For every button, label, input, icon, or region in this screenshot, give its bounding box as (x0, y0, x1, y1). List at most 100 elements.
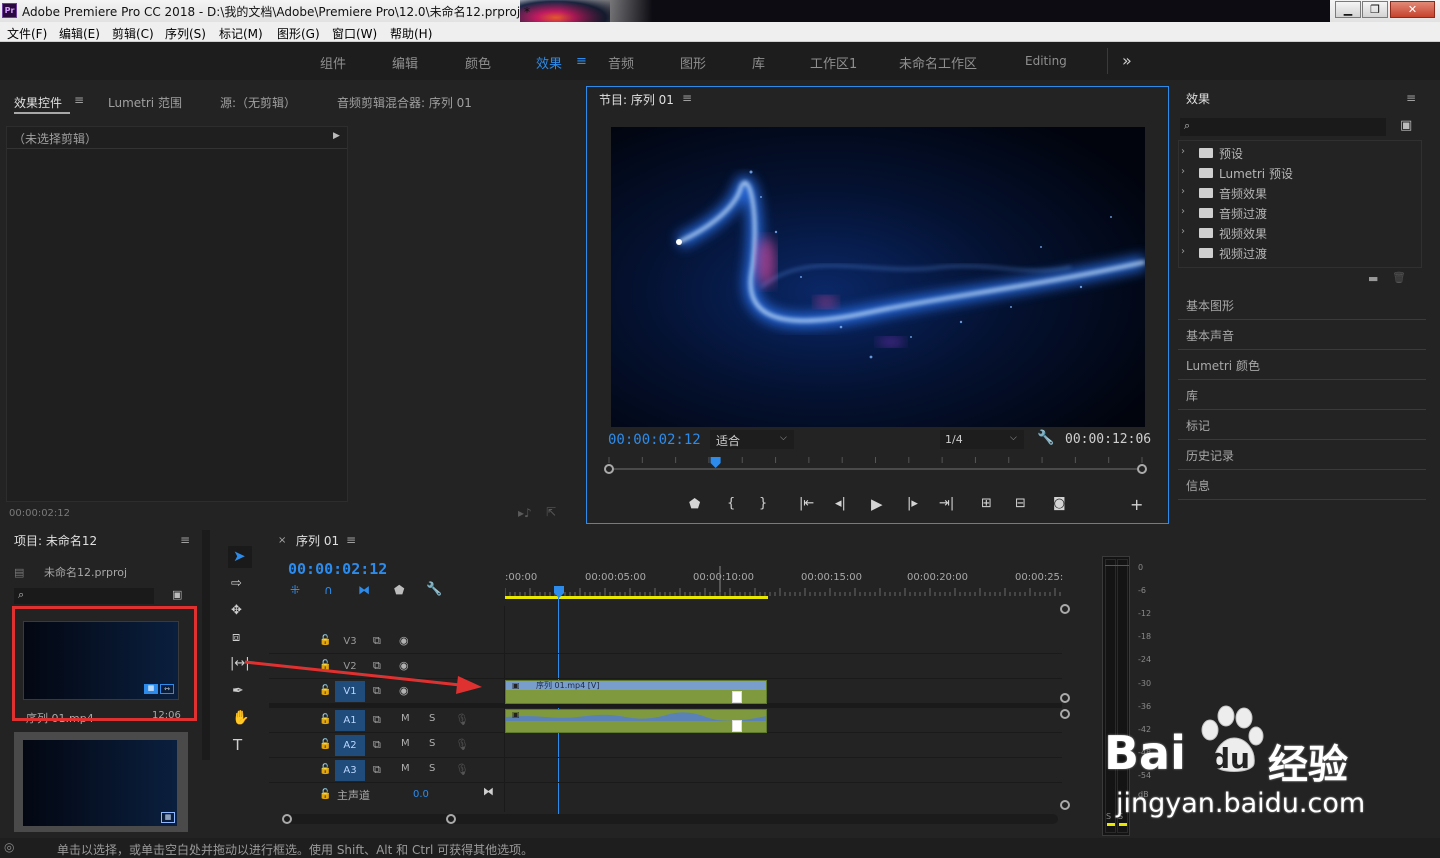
track-target-a2[interactable]: A2 (335, 735, 365, 756)
insert-nest-icon[interactable]: ⁜ (290, 583, 300, 597)
microphone-icon[interactable]: 🎙 (455, 713, 469, 726)
maximize-button[interactable]: ❐ (1362, 1, 1388, 18)
new-bin-icon[interactable]: ▣ (1400, 118, 1412, 133)
workspace-editing-en[interactable]: Editing (1025, 54, 1067, 68)
menu-edit[interactable]: 编辑(E) (59, 25, 100, 42)
microphone-icon[interactable]: 🎙 (455, 738, 469, 751)
step-back-button[interactable]: ◂| (835, 496, 846, 511)
fit-dropdown[interactable]: 适合 ⌵ (710, 430, 794, 449)
workspace-overflow-icon[interactable]: » (1122, 51, 1132, 70)
effects-search-input[interactable]: ⌕ (1180, 118, 1386, 136)
tab-audio-clip-mixer[interactable]: 音频剪辑混合器: 序列 01 (337, 94, 472, 111)
effects-item-audio-effects[interactable]: › 音频效果 (1179, 183, 1419, 203)
scroll-handle-top[interactable] (1060, 604, 1070, 614)
mute-button[interactable]: M (401, 713, 410, 724)
effects-item-lumetri-presets[interactable]: › Lumetri 预设 (1179, 163, 1419, 183)
selection-tool-icon[interactable]: ➤ (233, 547, 246, 565)
effects-item-video-transitions[interactable]: › 视频过渡 (1179, 243, 1419, 263)
solo-button[interactable]: S (429, 713, 435, 724)
section-history[interactable]: 历史记录 (1178, 440, 1426, 470)
section-info[interactable]: 信息 (1178, 470, 1426, 500)
meter-solo-left[interactable]: S (1106, 812, 1111, 821)
step-forward-button[interactable]: |▸ (907, 496, 918, 511)
delete-icon[interactable]: 🗑 (1392, 271, 1406, 284)
timeline-horizontal-scroll[interactable] (282, 814, 1058, 824)
sync-lock-icon[interactable]: ⧉ (373, 763, 381, 777)
close-tab-icon[interactable]: × (278, 535, 286, 546)
go-to-next-edit-icon[interactable]: ⧓ (483, 785, 494, 798)
tab-effect-controls[interactable]: 效果控件 (14, 94, 62, 111)
workspace-libraries[interactable]: 库 (752, 53, 765, 72)
mark-in-button[interactable]: { (727, 496, 735, 511)
meter-solo-right[interactable]: S (1118, 812, 1123, 821)
program-video-frame[interactable] (611, 127, 1145, 427)
hscroll-handle-right[interactable] (446, 814, 456, 824)
menu-window[interactable]: 窗口(W) (332, 25, 377, 42)
program-timecode[interactable]: 00:00:02:12 (608, 432, 701, 448)
wrench-icon[interactable]: 🔧 (1037, 430, 1054, 446)
section-essential-graphics[interactable]: 基本图形 (1178, 290, 1426, 320)
second-clip-card[interactable]: ▦ (14, 732, 188, 832)
mute-button[interactable]: M (401, 738, 410, 749)
workspace-menu-icon[interactable]: ≡ (576, 54, 587, 69)
workspace-graphics[interactable]: 图形 (680, 53, 706, 72)
menu-sequence[interactable]: 序列(S) (165, 25, 206, 42)
project-search-input[interactable]: ⌕ (14, 588, 154, 604)
timeline-tab[interactable]: 序列 01 (296, 532, 339, 549)
solo-button[interactable]: S (429, 763, 435, 774)
add-marker-button[interactable]: ⬟ (689, 497, 700, 512)
solo-button[interactable]: S (429, 738, 435, 749)
track-target-v3[interactable]: V3 (335, 631, 365, 652)
new-folder-icon[interactable]: ▬ (1368, 272, 1378, 285)
find-bin-icon[interactable]: ▣ (172, 588, 182, 601)
razor-tool-icon[interactable]: ⧈ (232, 630, 240, 645)
lock-icon[interactable]: 🔓 (319, 635, 331, 646)
section-essential-sound[interactable]: 基本声音 (1178, 320, 1426, 350)
section-lumetri-color[interactable]: Lumetri 颜色 (1178, 350, 1426, 380)
export-frame-icon[interactable]: ⇱ (546, 505, 556, 519)
tab-source[interactable]: 源:（无剪辑） (220, 94, 296, 111)
lift-button[interactable]: ⊞ (981, 496, 992, 511)
timeline-ruler[interactable]: :00:00 00:00:05:00 00:00:10:00 00:00:15:… (505, 566, 1065, 600)
menu-marker[interactable]: 标记(M) (219, 25, 263, 42)
snap-icon[interactable]: ∩ (324, 583, 333, 597)
add-marker-icon[interactable]: ⬟ (394, 583, 404, 597)
lock-icon[interactable]: 🔓 (319, 789, 331, 800)
eye-icon[interactable]: ◉ (399, 634, 409, 647)
timeline-settings-wrench-icon[interactable]: 🔧 (426, 582, 442, 597)
lock-icon[interactable]: 🔓 (319, 764, 331, 775)
section-libraries[interactable]: 库 (1178, 380, 1426, 410)
type-tool-icon[interactable]: T (233, 736, 242, 754)
ripple-edit-tool-icon[interactable]: ✥ (231, 603, 242, 618)
minimize-button[interactable]: ▁ (1335, 1, 1361, 18)
program-scrubber[interactable] (599, 457, 1152, 475)
export-frame-camera-icon[interactable]: ◙ (1053, 496, 1066, 511)
go-to-out-button[interactable]: ⇥| (939, 496, 954, 511)
workspace-color[interactable]: 颜色 (465, 53, 491, 72)
microphone-icon[interactable]: 🎙 (455, 763, 469, 776)
audio-clip[interactable]: ▣ (505, 709, 767, 733)
workspace-untitled[interactable]: 未命名工作区 (899, 53, 977, 72)
master-volume-value[interactable]: 0.0 (413, 789, 429, 800)
play-button[interactable]: ▶ (871, 495, 883, 513)
video-clip[interactable]: ▣ 序列 01.mp4 [V] (505, 680, 767, 704)
lock-icon[interactable]: 🔓 (319, 714, 331, 725)
sync-lock-icon[interactable]: ⧉ (373, 713, 381, 727)
hand-tool-icon[interactable]: ✋ (232, 710, 249, 726)
mute-button[interactable]: M (401, 763, 410, 774)
filter-audio-icon[interactable]: ▸♪ (518, 506, 532, 520)
effects-item-video-effects[interactable]: › 视频效果 (1179, 223, 1419, 243)
resolution-dropdown[interactable]: 1/4 ⌵ (940, 430, 1024, 449)
workspace-audio[interactable]: 音频 (608, 53, 634, 72)
effects-menu-icon[interactable]: ≡ (1406, 91, 1416, 105)
menu-file[interactable]: 文件(F) (7, 25, 47, 42)
lock-icon[interactable]: 🔓 (319, 739, 331, 750)
mark-out-button[interactable]: } (759, 496, 767, 511)
panel-menu-icon[interactable]: ≡ (74, 93, 84, 107)
track-target-a3[interactable]: A3 (335, 760, 365, 781)
timeline-menu-icon[interactable]: ≡ (346, 533, 356, 547)
effects-item-audio-transitions[interactable]: › 音频过渡 (1179, 203, 1419, 223)
sync-lock-icon[interactable]: ⧉ (373, 634, 381, 648)
track-select-tool-icon[interactable]: ⇨ (231, 576, 242, 591)
workspace-editing[interactable]: 编辑 (392, 53, 418, 72)
